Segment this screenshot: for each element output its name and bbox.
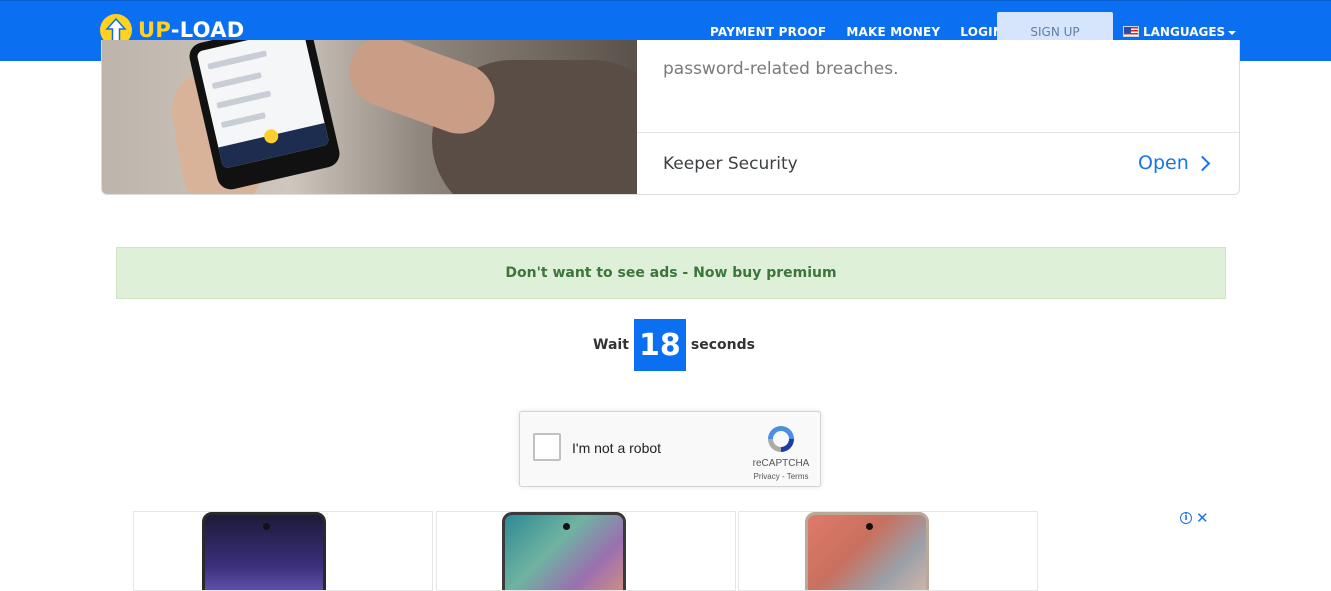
- languages-label: LANGUAGES: [1143, 24, 1226, 39]
- screen-fab: [262, 127, 280, 145]
- caret-down-icon: [1228, 30, 1237, 35]
- screen-row: [211, 72, 262, 90]
- product-ad-1[interactable]: [133, 511, 433, 591]
- ad-text: password-related breaches.: [663, 59, 899, 79]
- ad-card[interactable]: password-related breaches. Keeper Securi…: [101, 40, 1240, 195]
- screen-row: [216, 90, 272, 109]
- recaptcha-logo-icon: [768, 426, 794, 452]
- chevron-right-icon: [1194, 155, 1211, 171]
- logo-rest-text: -LOAD: [170, 18, 245, 42]
- close-icon[interactable]: ✕: [1196, 509, 1209, 527]
- countdown-value: 18: [633, 319, 686, 371]
- info-icon[interactable]: i: [1180, 512, 1192, 524]
- ad-choices: i ✕: [1180, 509, 1209, 527]
- logo-up-text: UP: [138, 18, 171, 42]
- recaptcha-privacy-terms[interactable]: Privacy - Terms: [746, 472, 816, 481]
- ad-image-phone-screen: [196, 40, 330, 169]
- nav-payment-proof[interactable]: PAYMENT PROOF: [710, 25, 826, 39]
- screen-row: [207, 50, 268, 70]
- phone-camera: [866, 523, 873, 530]
- recaptcha-brand: reCAPTCHA: [752, 458, 810, 469]
- premium-banner[interactable]: Don't want to see ads - Now buy premium: [116, 247, 1226, 299]
- recaptcha-checkbox[interactable]: [533, 433, 561, 461]
- nav-make-money[interactable]: MAKE MONEY: [846, 25, 940, 39]
- ad-brand: Keeper Security: [663, 154, 798, 174]
- product-ad-2[interactable]: [436, 511, 736, 591]
- product-phone-image: [502, 512, 626, 590]
- countdown: Wait 18 seconds: [593, 319, 755, 371]
- ad-image: [102, 40, 637, 194]
- countdown-suffix: seconds: [690, 337, 755, 353]
- recaptcha-label: I'm not a robot: [572, 440, 662, 456]
- ad-open-label: Open: [1138, 152, 1189, 174]
- ad-divider: [637, 132, 1239, 133]
- product-phone-image: [202, 512, 326, 590]
- logo-text: UP-LOAD: [138, 18, 245, 42]
- product-ad-3[interactable]: [738, 511, 1038, 591]
- product-phone-image: [805, 512, 929, 590]
- us-flag-icon: [1123, 26, 1139, 37]
- ad-open-button[interactable]: Open: [1138, 152, 1211, 174]
- recaptcha-widget: I'm not a robot reCAPTCHA Privacy - Term…: [519, 411, 821, 487]
- countdown-prefix: Wait: [593, 337, 629, 353]
- phone-camera: [563, 523, 570, 530]
- phone-camera: [263, 523, 270, 530]
- screen-row: [220, 112, 266, 129]
- screen-tabbar: [218, 122, 330, 169]
